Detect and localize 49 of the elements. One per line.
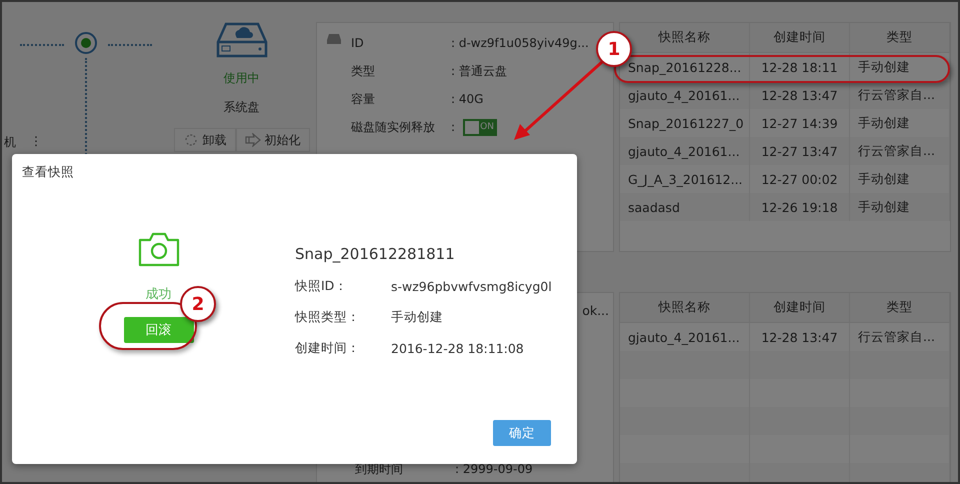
node-marker [75,32,98,54]
column-header: 创建时间 [750,293,850,323]
table-cell: 手动创建 [850,193,950,221]
field-label: 容量 [351,90,376,108]
action-button[interactable]: 卸载 [174,128,236,152]
table-cell: 12-27 13:47 [750,137,850,165]
status-text: 使用中 [224,70,260,87]
column-header: 类型 [850,23,950,53]
drive-icon [326,33,342,45]
field-value: : 40G [451,92,484,106]
pointer-icon [244,133,261,147]
field-label: 磁盘随实例释放 [351,118,436,136]
field-value: : 普通云盘 [451,62,507,80]
field-value: 手动创建 [391,309,443,326]
field-label: 到期时间 [355,460,404,478]
table-cell: saadasd [620,193,750,221]
field-value: : 2999-09-09 [455,462,533,476]
column-header: 类型 [850,293,950,323]
tab-label: 机 [4,134,16,151]
column-header: 创建时间 [750,23,850,53]
disk-label: 系统盘 [224,99,260,116]
field-label: 创建时间： [295,340,361,357]
field-label: 类型 [351,62,376,80]
column-header: 快照名称 [620,293,750,323]
dialog-title: 查看快照 [22,164,75,181]
toggle-switch[interactable]: ON [463,118,498,136]
more-button[interactable]: ⋮ [30,134,42,151]
field-value: ok... [582,303,610,318]
action-button[interactable]: 初始化 [236,128,310,152]
field-value: : [451,120,456,134]
field-label: 快照ID： [295,278,348,295]
snapshot-name: Snap_201612281811 [295,245,456,263]
ok-button[interactable]: 确定 [493,420,551,446]
camera-icon [138,231,180,267]
status-text: 成功 [146,286,172,303]
field-value: 2016-12-28 18:11:08 [391,341,524,356]
field-value: : d-wz9f1u058yiv49g... [451,36,589,50]
rollback-button[interactable]: 回滚 [124,317,194,343]
table-cell: gjauto_4_20161... [620,81,750,109]
table-cell: 行云管家自... [850,137,950,165]
field-label: ID [351,36,365,50]
field-value: s-wz96pbvwfvsmg8icyg0l [391,279,552,294]
table-cell: 12-28 13:47 [750,81,850,109]
table-cell: gjauto_4_20161... [620,137,750,165]
table-cell: 12-26 19:18 [750,193,850,221]
table-cell: 行云管家自... [850,81,950,109]
field-label: 快照类型： [295,309,361,326]
column-header: 快照名称 [620,23,750,53]
detach-icon [182,133,199,147]
